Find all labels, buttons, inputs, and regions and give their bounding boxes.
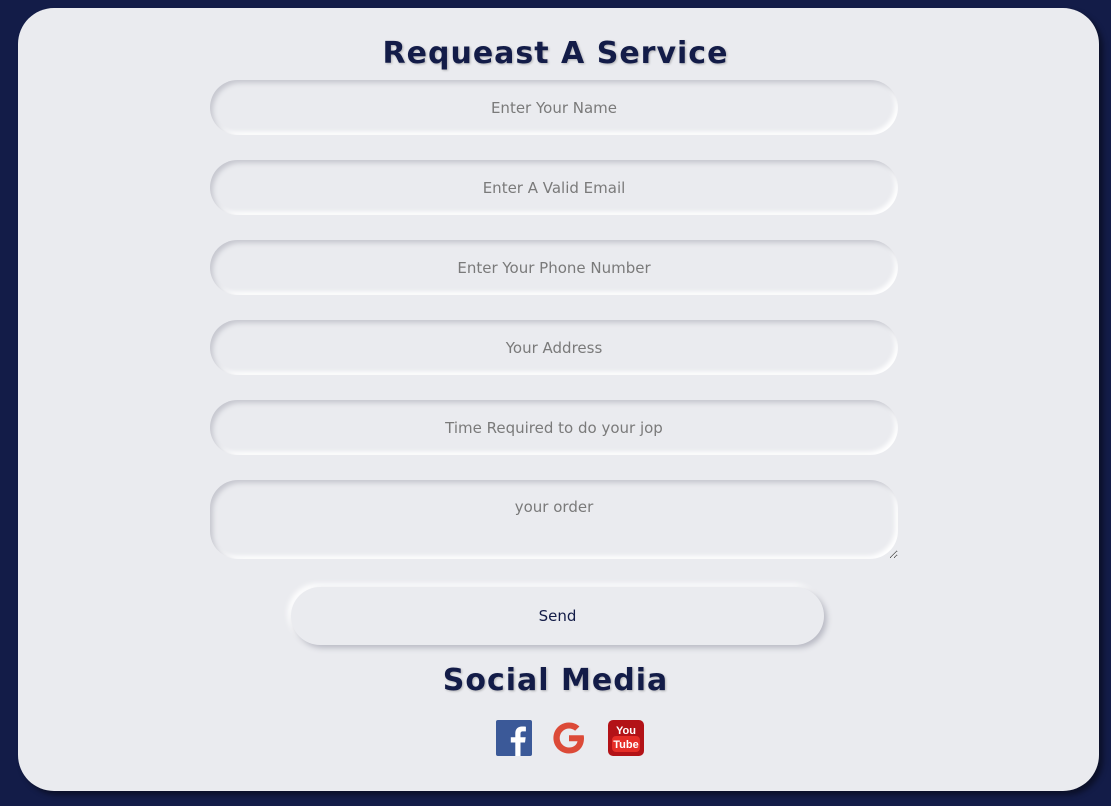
order-textarea[interactable]: [210, 480, 898, 559]
google-icon[interactable]: [551, 720, 587, 756]
email-input[interactable]: [210, 160, 898, 215]
address-input[interactable]: [210, 320, 898, 375]
youtube-label-bottom: Tube: [613, 739, 638, 751]
form-title: Requeast A Service: [382, 36, 729, 71]
send-button[interactable]: Send: [291, 587, 824, 645]
facebook-icon[interactable]: [496, 720, 532, 756]
phone-input[interactable]: [210, 240, 898, 295]
name-input[interactable]: [210, 80, 898, 135]
youtube-icon[interactable]: You Tube: [608, 720, 644, 756]
time-required-input[interactable]: [210, 400, 898, 455]
social-media-title: Social Media: [442, 663, 669, 698]
youtube-label-top: You: [616, 725, 636, 737]
